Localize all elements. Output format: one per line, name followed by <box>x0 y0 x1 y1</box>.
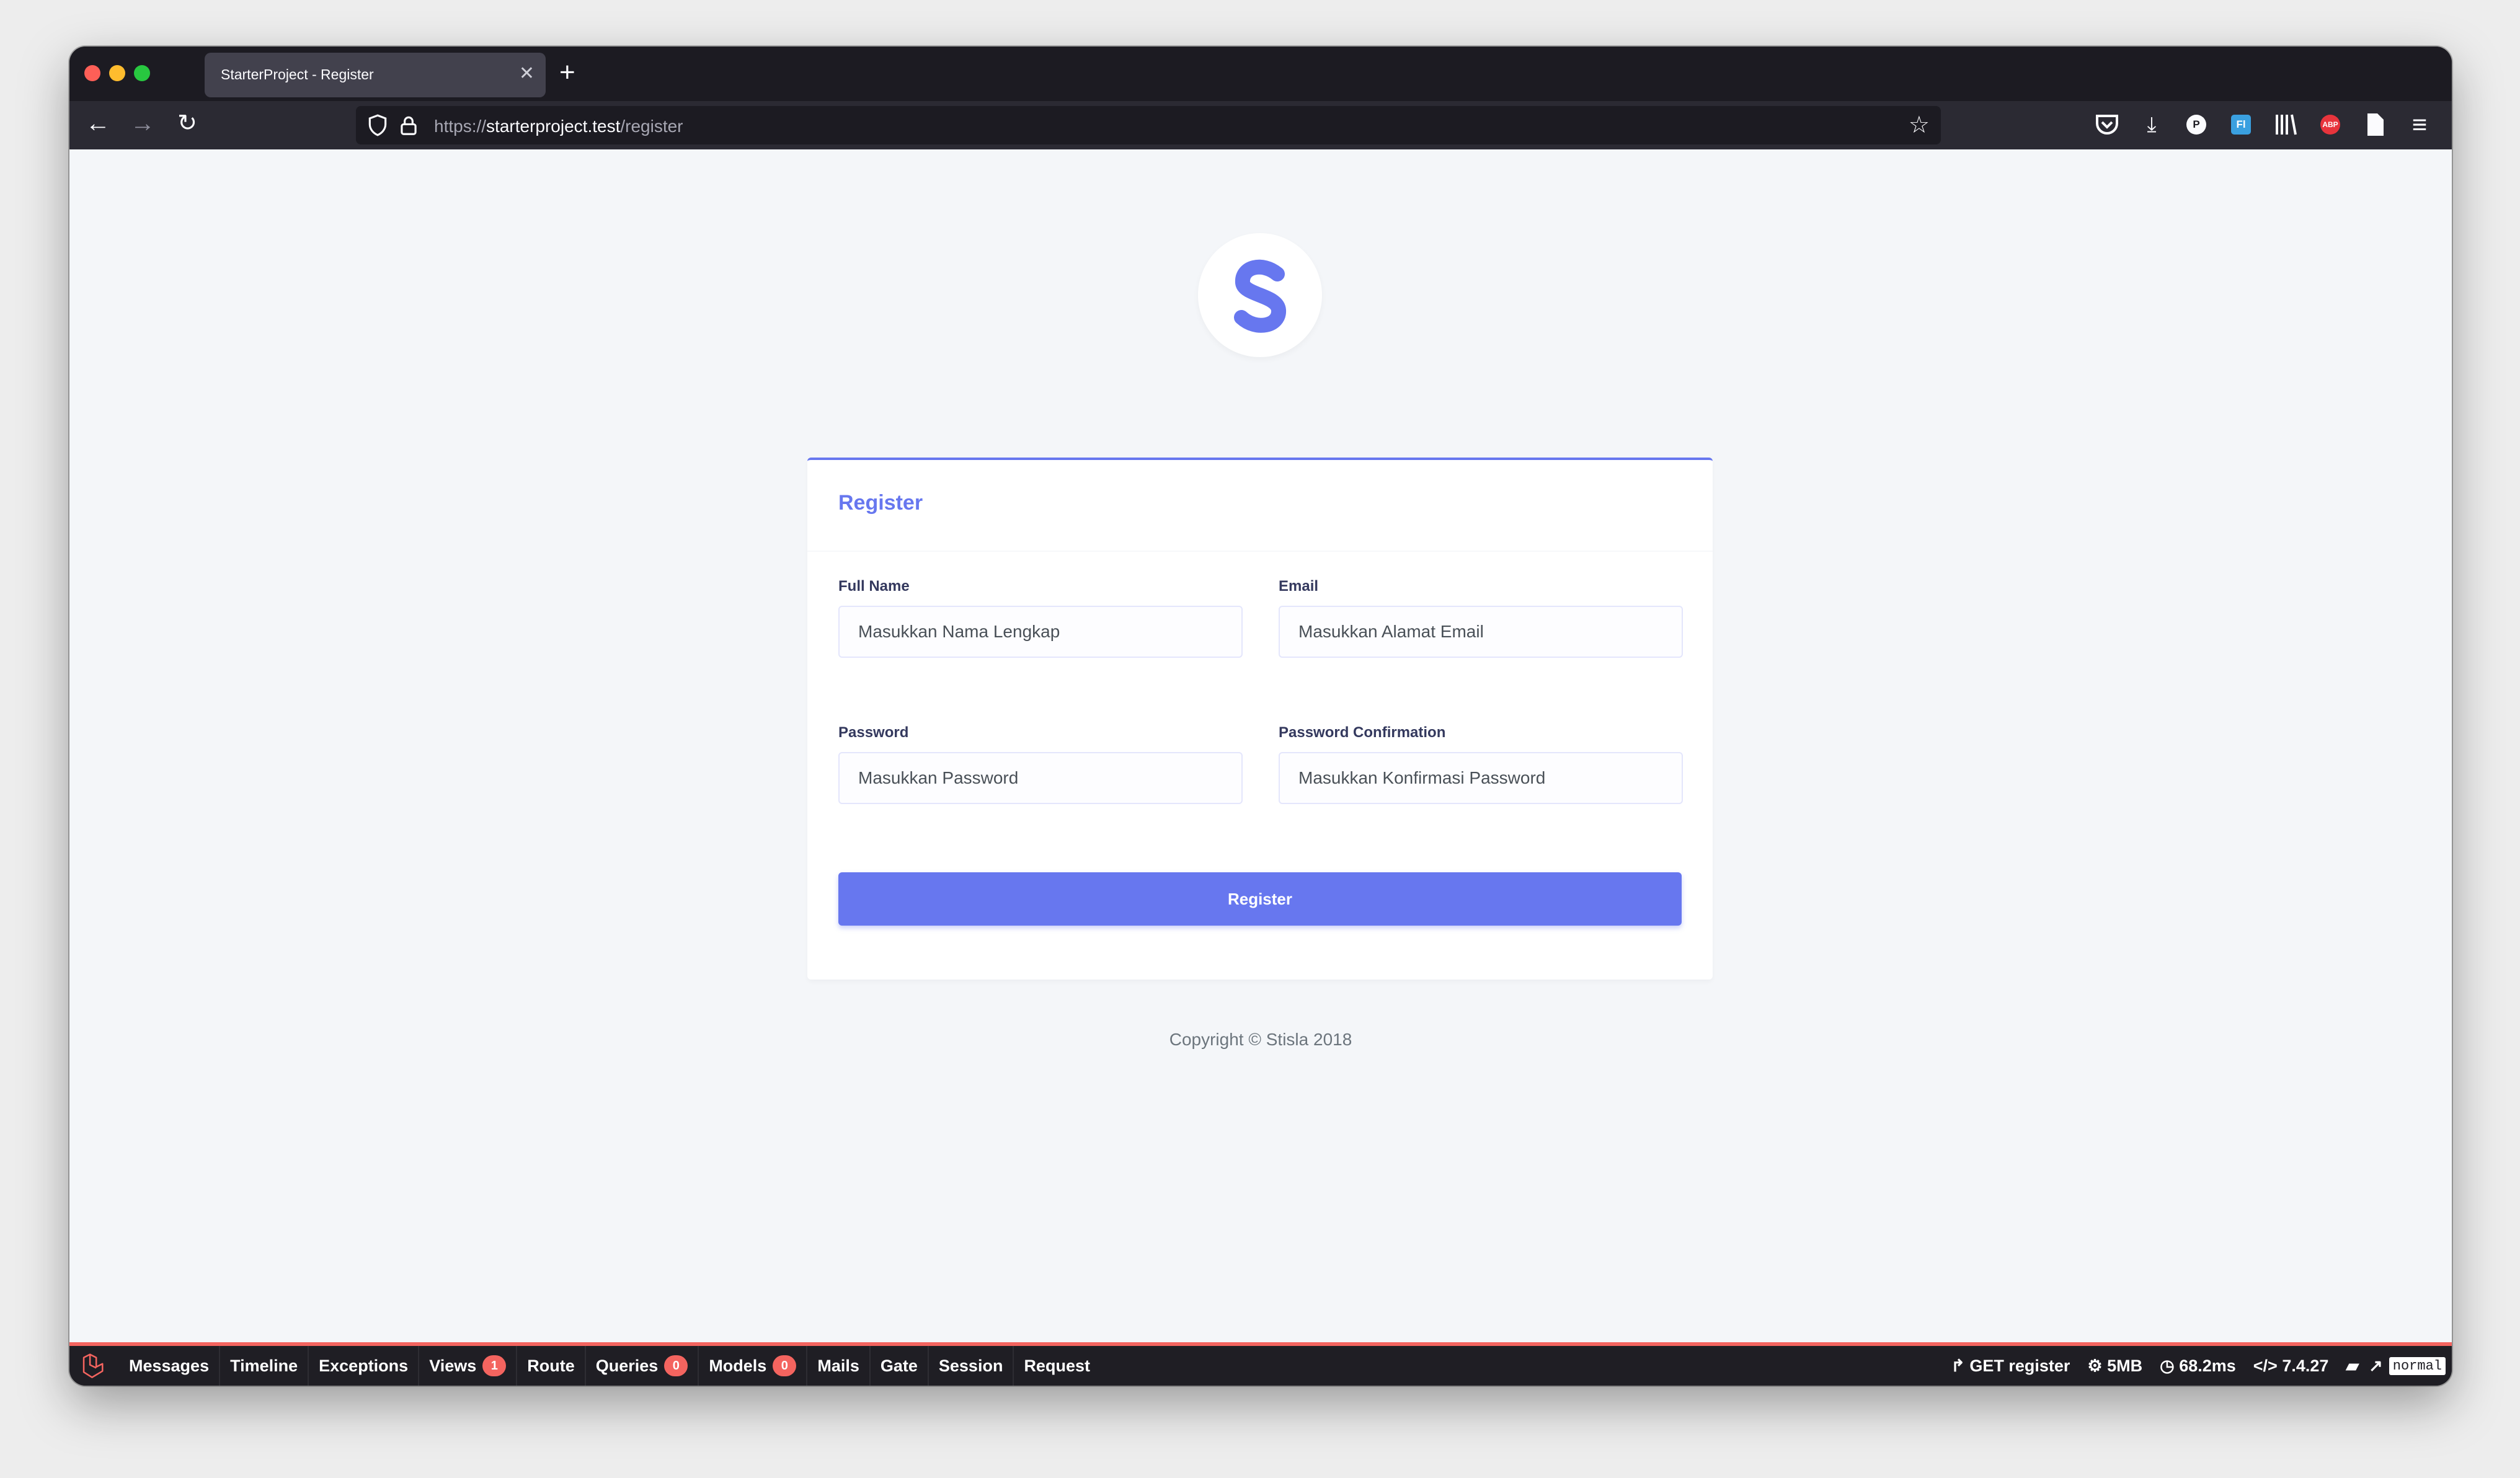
document-icon[interactable] <box>2360 110 2390 139</box>
code-icon: </> <box>2253 1356 2283 1375</box>
queries-count-badge: 0 <box>664 1355 688 1376</box>
debugbar-tab-label: Request <box>1024 1356 1090 1375</box>
debugbar-tab-label: Messages <box>129 1356 210 1375</box>
clock-icon: ◷ <box>2160 1356 2180 1375</box>
extension-p-icon[interactable]: P <box>2186 115 2206 135</box>
email-label: Email <box>1279 578 1319 595</box>
debugbar-tab-label: Timeline <box>230 1356 298 1375</box>
debugbar-tab-mails[interactable]: Mails <box>807 1346 871 1386</box>
page-content: Register Full Name Email Password Passwo… <box>69 149 2452 1342</box>
views-count-badge: 1 <box>482 1355 507 1376</box>
url-text[interactable]: https://starterproject.test/register <box>434 117 683 136</box>
debugbar-tab-messages[interactable]: Messages <box>119 1346 221 1386</box>
debugbar-tab-queries[interactable]: Queries 0 <box>586 1346 699 1386</box>
debugbar-tabs: Messages Timeline Exceptions Views 1 Rout… <box>119 1346 1100 1386</box>
close-window-button[interactable] <box>84 65 100 81</box>
shield-icon[interactable] <box>366 113 389 137</box>
lock-icon[interactable] <box>397 113 420 137</box>
minimize-window-button[interactable] <box>109 65 125 81</box>
title-bar: StarterProject - Register ✕ + <box>69 46 2452 101</box>
debugbar-tab-models[interactable]: Models 0 <box>699 1346 808 1386</box>
stisla-logo <box>1198 233 1322 357</box>
php-version-indicator[interactable]: </> 7.4.27 <box>2245 1356 2338 1376</box>
debugbar-tab-session[interactable]: Session <box>929 1346 1014 1386</box>
debugbar-tab-route[interactable]: Route <box>517 1346 586 1386</box>
duration-text: 68.2ms <box>2179 1356 2236 1375</box>
route-indicator[interactable]: ↱ GET register <box>1942 1356 2079 1376</box>
bookmark-star-icon[interactable]: ☆ <box>1909 111 1930 139</box>
forward-arrow-icon[interactable]: → <box>125 106 160 141</box>
url-path: /register <box>620 117 683 136</box>
debugbar: Messages Timeline Exceptions Views 1 Rout… <box>69 1342 2452 1386</box>
tab-title: StarterProject - Register <box>221 66 374 82</box>
card-title: Register <box>838 491 923 515</box>
stisla-logo-icon <box>1234 259 1286 333</box>
php-version-text: 7.4.27 <box>2282 1356 2329 1375</box>
debugbar-tab-label: Exceptions <box>319 1356 409 1375</box>
reload-icon[interactable]: ↻ <box>170 106 205 141</box>
share-arrow-icon: ↱ <box>1951 1356 1970 1375</box>
debugbar-tab-request[interactable]: Request <box>1014 1346 1100 1386</box>
debugbar-tab-exceptions[interactable]: Exceptions <box>309 1346 420 1386</box>
debugbar-tab-label: Mails <box>817 1356 859 1375</box>
debugbar-tab-label: Views <box>429 1356 477 1375</box>
adblock-plus-icon[interactable]: ABP <box>2320 115 2340 135</box>
navigation-bar: ← → ↻ https://starterproject.test/regist… <box>69 101 2452 149</box>
debugbar-tab-timeline[interactable]: Timeline <box>220 1346 309 1386</box>
download-icon[interactable]: ⤓ <box>2137 110 2167 139</box>
card-header: Register <box>807 460 1713 552</box>
pocket-icon[interactable] <box>2092 110 2122 139</box>
hamburger-menu-icon[interactable]: ≡ <box>2405 110 2434 139</box>
debugbar-tab-label: Session <box>938 1356 1003 1375</box>
debugbar-tab-label: Route <box>527 1356 575 1375</box>
laravel-logo-icon[interactable] <box>79 1353 108 1379</box>
restore-icon[interactable]: ↗ <box>2367 1356 2384 1376</box>
register-button[interactable]: Register <box>838 872 1682 926</box>
tab-close-icon[interactable]: ✕ <box>519 63 535 85</box>
memory-indicator[interactable]: ⚙ 5MB <box>2079 1356 2151 1376</box>
memory-text: 5MB <box>2107 1356 2143 1375</box>
password-confirmation-input[interactable] <box>1279 752 1683 804</box>
folder-icon[interactable]: ▰ <box>2337 1356 2367 1376</box>
route-text: GET register <box>1969 1356 2070 1375</box>
duration-indicator[interactable]: ◷ 68.2ms <box>2151 1356 2245 1376</box>
library-icon[interactable] <box>2271 110 2300 139</box>
extension-fl-icon[interactable]: Fl <box>2231 115 2251 135</box>
zoom-window-button[interactable] <box>134 65 150 81</box>
copyright-text: Copyright © Stisla 2018 <box>1169 1030 1352 1049</box>
models-count-badge: 0 <box>773 1355 797 1376</box>
password-confirmation-label: Password Confirmation <box>1279 724 1446 741</box>
url-scheme: https:// <box>434 117 487 136</box>
url-bar[interactable]: https://starterproject.test/register ☆ <box>356 106 1941 144</box>
debugbar-tab-label: Models <box>709 1356 767 1375</box>
debugbar-status: ↱ GET register ⚙ 5MB ◷ 68.2ms </> 7.4.27… <box>1942 1346 2446 1386</box>
register-card: Register Full Name Email Password Passwo… <box>807 458 1713 980</box>
full-name-input[interactable] <box>838 606 1243 658</box>
back-arrow-icon[interactable]: ← <box>81 106 115 141</box>
browser-window: StarterProject - Register ✕ + ← → ↻ http… <box>69 46 2452 1386</box>
cogs-icon: ⚙ <box>2087 1356 2108 1375</box>
full-name-label: Full Name <box>838 578 910 595</box>
password-label: Password <box>838 724 909 741</box>
debugbar-tab-label: Queries <box>595 1356 659 1375</box>
debugbar-tab-gate[interactable]: Gate <box>871 1346 929 1386</box>
url-host: starterproject.test <box>486 117 621 136</box>
password-input[interactable] <box>838 752 1243 804</box>
new-tab-icon[interactable]: + <box>559 55 575 90</box>
debugbar-tab-views[interactable]: Views 1 <box>419 1346 518 1386</box>
debugbar-tab-label: Gate <box>880 1356 918 1375</box>
browser-tab-active[interactable]: StarterProject - Register ✕ <box>205 53 546 97</box>
debugbar-mode-select[interactable]: normal <box>2389 1356 2446 1375</box>
email-input[interactable] <box>1279 606 1683 658</box>
